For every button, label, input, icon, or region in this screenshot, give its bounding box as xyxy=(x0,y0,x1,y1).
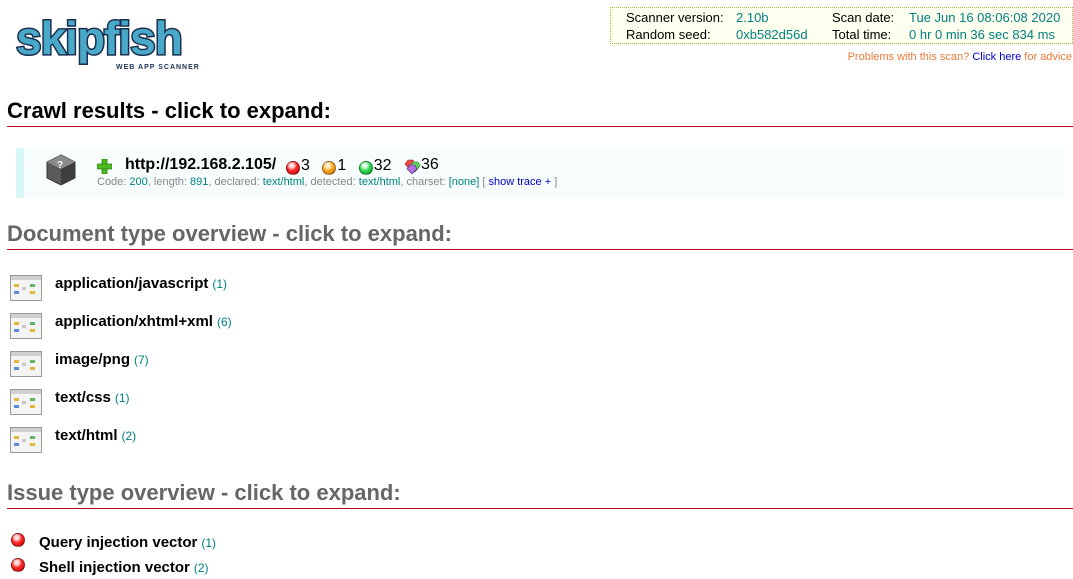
show-trace-link[interactable]: show trace + xyxy=(488,176,551,188)
issue-type-count: (1) xyxy=(201,536,217,550)
window-icon xyxy=(10,275,42,301)
scan-date-label: Scan date: xyxy=(832,10,895,25)
info-badge[interactable]: 36 xyxy=(404,156,439,175)
document-type-heading[interactable]: Document type overview - click to expand… xyxy=(7,221,452,247)
length-label: , length: xyxy=(147,176,187,188)
issue-type-count: (2) xyxy=(193,561,209,575)
declared-value: text/html xyxy=(262,176,305,188)
medium-risk-badge[interactable]: 1 xyxy=(322,157,346,175)
medium-risk-count: 1 xyxy=(337,157,347,174)
server-icon: ? xyxy=(45,153,77,187)
logo-text: skipfish xyxy=(16,12,182,64)
charset-value: [none] xyxy=(448,176,480,188)
random-seed-value: 0xb582d56d xyxy=(736,27,808,42)
scanner-version-label: Scanner version: xyxy=(626,10,724,25)
issue-type-label: Query injection vector (1) xyxy=(39,534,217,551)
trace-close-bracket: ] xyxy=(554,176,558,188)
red-ball-icon xyxy=(286,161,300,175)
node-meta: Code: 200, length: 891, declared: text/h… xyxy=(97,176,557,188)
high-risk-count: 3 xyxy=(301,157,310,174)
detected-label: , detected: xyxy=(304,176,356,188)
advice-line: Problems with this scan? Click here for … xyxy=(848,51,1072,63)
declared-label: , declared: xyxy=(208,176,260,188)
detected-value: text/html xyxy=(358,176,401,188)
issue-type-heading[interactable]: Issue type overview - click to expand: xyxy=(7,480,401,506)
window-icon xyxy=(10,313,42,339)
length-value: 891 xyxy=(189,176,209,188)
divider xyxy=(7,508,1073,509)
red-ball-icon xyxy=(11,558,25,572)
high-risk-badge[interactable]: 3 xyxy=(286,157,310,175)
skipfish-logo: skipfish WEB APP SCANNER xyxy=(14,10,204,74)
total-time-value: 0 hr 0 min 36 sec 834 ms xyxy=(909,27,1055,42)
doc-type-count: (1) xyxy=(212,277,228,291)
low-risk-count: 32 xyxy=(373,157,392,174)
doc-type-count: (7) xyxy=(134,353,149,367)
code-label: Code: xyxy=(97,176,127,188)
advice-link[interactable]: Click here xyxy=(972,51,1021,63)
doc-type-label: application/xhtml+xml (6) xyxy=(55,313,232,330)
scanner-version-value: 2.10b xyxy=(736,10,769,25)
code-value: 200 xyxy=(129,176,148,188)
node-url[interactable]: http://192.168.2.105/ xyxy=(125,156,276,174)
svg-text:?: ? xyxy=(57,160,63,171)
crawl-node: ? http://192.168.2.105/ 3 1 32 36 Code: … xyxy=(16,148,1065,198)
doc-type-count: (2) xyxy=(121,429,137,443)
crawl-results-heading[interactable]: Crawl results - click to expand: xyxy=(7,98,331,124)
doc-type-count: (1) xyxy=(114,391,130,405)
scan-date-value: Tue Jun 16 08:06:08 2020 xyxy=(909,10,1061,25)
expand-plus-icon[interactable] xyxy=(96,158,113,175)
advice-prefix: Problems with this scan? xyxy=(847,51,970,63)
green-ball-icon xyxy=(358,161,373,175)
doc-type-label: application/javascript (1) xyxy=(55,275,228,292)
total-time-label: Total time: xyxy=(832,27,892,42)
window-icon xyxy=(10,427,42,453)
issue-badges: 3 1 32 36 xyxy=(286,156,447,178)
advice-suffix: for advice xyxy=(1024,51,1072,63)
issue-type-label: Shell injection vector (2) xyxy=(39,559,209,576)
doc-type-label: image/png (7) xyxy=(55,351,149,368)
divider xyxy=(7,126,1073,127)
scan-summary-box: Scanner version: 2.10b Scan date: Tue Ju… xyxy=(610,7,1073,44)
doc-type-count: (6) xyxy=(216,315,232,329)
info-gems-icon xyxy=(404,159,421,175)
logo-subtitle: WEB APP SCANNER xyxy=(116,64,200,71)
charset-label: , charset: xyxy=(400,176,446,188)
info-count: 36 xyxy=(420,156,439,173)
window-icon xyxy=(10,389,42,415)
orange-ball-icon xyxy=(322,161,337,175)
doc-type-label: text/html (2) xyxy=(55,427,137,444)
trace-open-bracket: [ xyxy=(482,176,486,188)
divider xyxy=(7,249,1073,250)
random-seed-label: Random seed: xyxy=(626,27,711,42)
low-risk-badge[interactable]: 32 xyxy=(358,157,392,175)
window-icon xyxy=(10,351,42,377)
doc-type-label: text/css (1) xyxy=(55,389,130,406)
red-ball-icon xyxy=(11,533,25,547)
